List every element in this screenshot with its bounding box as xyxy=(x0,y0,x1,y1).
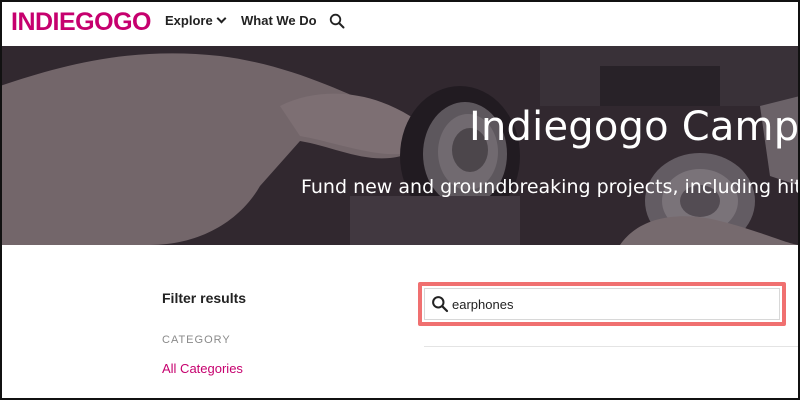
nav-explore[interactable]: Explore xyxy=(165,13,227,28)
hero-title: Indiegogo Campai xyxy=(469,104,800,150)
indiegogo-logo[interactable]: INDIEGOGO xyxy=(11,8,151,37)
results-divider xyxy=(424,346,800,347)
nav-explore-label: Explore xyxy=(165,13,213,28)
nav-what-we-do[interactable]: What We Do xyxy=(241,13,317,28)
chevron-down-icon xyxy=(216,13,227,24)
category-all-link[interactable]: All Categories xyxy=(162,361,243,376)
filter-results-heading: Filter results xyxy=(162,290,247,306)
search-input[interactable] xyxy=(452,293,772,315)
search-icon[interactable] xyxy=(329,13,345,29)
category-heading: CATEGORY xyxy=(162,334,231,346)
search-icon xyxy=(432,296,449,313)
site-header: INDIEGOGO Explore What We Do xyxy=(0,0,800,46)
hero-subtitle: Fund new and groundbreaking projects, in… xyxy=(301,176,800,198)
hero-banner: Indiegogo Campai Fund new and groundbrea… xyxy=(0,46,800,245)
